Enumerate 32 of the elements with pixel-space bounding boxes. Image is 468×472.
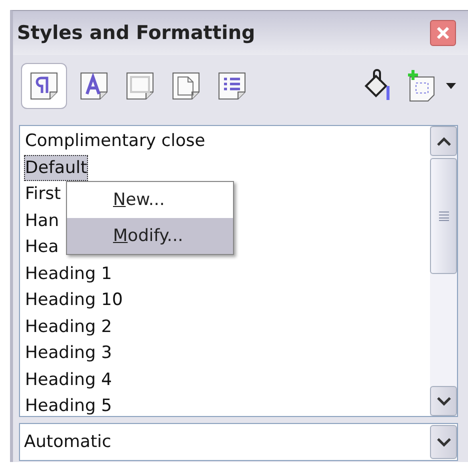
style-item[interactable]: Default [24, 154, 88, 181]
dropdown-button[interactable] [430, 425, 457, 459]
dropdown-caret-icon[interactable] [446, 83, 456, 89]
paragraph-styles-icon [28, 70, 60, 102]
scroll-down-button[interactable] [430, 386, 457, 416]
menu-item[interactable]: New... [67, 182, 233, 218]
frame-styles-icon [124, 70, 156, 102]
scrollbar-thumb[interactable] [430, 158, 457, 274]
list-styles-icon [216, 70, 248, 102]
chevron-down-icon [436, 438, 450, 446]
close-icon [436, 26, 450, 40]
style-item[interactable]: First [24, 181, 62, 208]
filter-value: Automatic [23, 432, 112, 452]
character-styles-icon [78, 70, 110, 102]
style-item[interactable]: Heading 3 [24, 340, 113, 366]
scroll-up-button[interactable] [430, 126, 457, 156]
style-item[interactable]: Heading 10 [24, 287, 124, 314]
style-item[interactable]: Complimentary close [24, 128, 206, 154]
close-button[interactable] [430, 20, 456, 46]
chevron-up-icon [436, 136, 450, 146]
style-item[interactable]: Hea [24, 234, 60, 260]
style-item[interactable]: Han [24, 208, 60, 234]
style-item[interactable]: Heading 1 [24, 260, 113, 287]
style-item[interactable]: Heading 4 [24, 366, 113, 393]
style-item[interactable]: Heading 2 [24, 314, 113, 340]
style-item[interactable]: Heading 5 [24, 393, 113, 416]
menu-item[interactable]: Modify... [67, 218, 233, 254]
filter-dropdown[interactable]: Automatic [19, 423, 458, 461]
chevron-down-icon [436, 396, 450, 406]
style-category-button[interactable] [21, 63, 67, 109]
window-title: Styles and Formatting [17, 22, 256, 44]
page-styles-icon [170, 70, 202, 102]
